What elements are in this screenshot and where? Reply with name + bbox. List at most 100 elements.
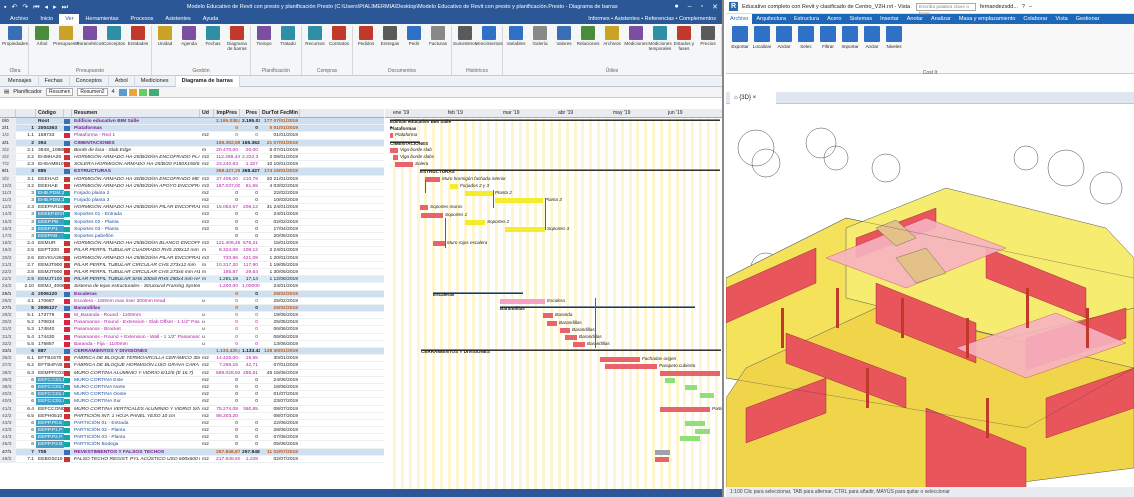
revit-ribbon-button-filtrar[interactable]: Filtrar [818, 26, 838, 71]
revit-menu-acero[interactable]: Acero [823, 16, 845, 22]
menu-procesos[interactable]: Procesos [124, 14, 159, 24]
gantt-bar[interactable] [465, 219, 485, 225]
ribbon-button-tratado[interactable]: Tratado [277, 26, 299, 67]
gantt-bar[interactable] [695, 428, 710, 434]
gantt-bar[interactable] [421, 212, 443, 218]
col-i[interactable] [16, 109, 36, 117]
ribbon-button-facturas[interactable]: Facturas [427, 26, 449, 67]
table-row[interactable]: 26/2 4.1 170687 Escalera - 180mm max riser … [0, 297, 384, 305]
minimize-icon[interactable]: – [688, 3, 692, 11]
gantt-bar[interactable] [680, 435, 700, 441]
user-name[interactable]: fernandezsdd... [980, 4, 1018, 10]
table-row[interactable]: 31/2 5.3 174840 Pasamanos - Bracket u 0 0 06/06… [0, 326, 384, 334]
revit-menu-anotar[interactable]: Anotar [903, 16, 927, 22]
ribbon-button-pedir[interactable]: Pedir [403, 26, 425, 67]
revit-menu-arquitectura[interactable]: Arquitectura [752, 16, 790, 22]
gantt-bar[interactable] [600, 356, 640, 362]
table-row[interactable]: 15/3 3 EEEP.P1 Soportes 03 - Planta m3 0 0 17/0… [0, 225, 384, 233]
first-icon[interactable]: ⏮ [33, 4, 39, 11]
revit-ribbon-button-exportar[interactable]: Exportar [730, 26, 750, 71]
tab-fechas[interactable]: Fechas [39, 75, 70, 87]
gantt-bar[interactable] [433, 241, 445, 247]
table-row[interactable]: 21/2 2.7 EEMJT900 PILAR PERFIL TUBULAR CIRC… [0, 261, 384, 269]
table-row[interactable]: 0/0 Root Edificio educativo BIM Sálle 2.195… [0, 118, 384, 126]
table-row[interactable]: 44/3 6 EEPP.P2.P PARTICIÓN 03 - Planta m2 0 0 0… [0, 434, 384, 442]
ribbon-button-unidad[interactable]: Unidad [154, 26, 176, 67]
user-icon[interactable]: ● [675, 3, 679, 11]
revit-menu-estructura[interactable]: Estructura [790, 16, 823, 22]
table-row[interactable]: 36/2 6.1 EFTB1670 FÁBRICA DE BLOQUE TERMOAR… [0, 355, 384, 363]
table-row[interactable]: 47/1 7 708 REVESTIMIENTOS Y FALSOS TECHOS 25… [0, 448, 384, 456]
revit-ribbon-button-selec[interactable]: Selec [796, 26, 816, 71]
gantt-bar[interactable] [393, 155, 398, 160]
ribbon-button-diagrama-de-barras[interactable]: Diagrama de barras [226, 26, 248, 67]
revit-ribbon-button-anclar[interactable]: Anclar [774, 26, 794, 71]
table-row[interactable]: 40/3 6 EEFC:C01.S MURO CORTINA Sur m2 0 0 23/07… [0, 398, 384, 406]
tab-mensajes[interactable]: Mensajes [2, 75, 39, 87]
ribbon-button-contratos[interactable]: Contratos [328, 26, 350, 67]
ribbon-button-entidades[interactable]: Entidades [127, 26, 149, 67]
gantt-bar[interactable] [605, 363, 657, 369]
table-row[interactable]: 48/2 7.1 EEBG0210 FALSO TECHO REGIST. PYL A… [0, 455, 384, 463]
tab-3d-view[interactable]: ⌂ {3D} × [730, 91, 777, 104]
save-icon[interactable]: ▪ [4, 4, 6, 11]
ribbon-button-valores[interactable]: Valores [553, 26, 575, 67]
tab-conceptos[interactable]: Conceptos [70, 75, 109, 87]
ribbon-button-mediciones-temporales[interactable]: Mediciones temporales [648, 26, 672, 67]
revit-menu-vista[interactable]: Vista [1052, 16, 1072, 22]
table-row[interactable]: 11/3 3 EHB.PDM.2 Forjado planta 2 m2 0 0 22/02/… [0, 189, 384, 198]
table-row[interactable]: 11/3 3 EHB.PDM.3 Forjado planta 3 m2 0 0 10/03/… [0, 197, 384, 205]
search-input[interactable]: Escriba palabra clave o frase [916, 2, 976, 17]
ribbon-button-recursos[interactable]: Recursos [304, 26, 326, 67]
gantt-bar[interactable] [547, 320, 557, 326]
ribbon-button-archivos[interactable]: Archivos [601, 26, 623, 67]
table-row[interactable]: 10/2 3.2 EEEHAE HORMIGÓN ARMADO HA-25/B/20/… [0, 182, 384, 190]
col-pres[interactable]: Pres [240, 109, 260, 117]
revit-menu-insertar[interactable]: Insertar [876, 16, 903, 22]
table-row[interactable]: 19/2 2.5 EEPT200 PILAR PERFIL TUBULAR CUADR… [0, 247, 384, 255]
table-row[interactable]: 4/1 2 394 CIMENTACIONES 165.362,59165.362,59… [0, 139, 384, 147]
ribbon-button--rbol[interactable]: Árbol [31, 26, 53, 67]
table-row[interactable]: 28/2 5.1 173779 M_Baranda - Round - 1100mm u… [0, 312, 384, 320]
table-row[interactable]: 43/3 6 EEPP.P1.P PARTICIÓN 02 - Planta m2 0 0 2… [0, 427, 384, 435]
col-ud[interactable]: Ud [200, 109, 214, 117]
revit-menu-masa-y-emplazamiento[interactable]: Masa y emplazamiento [955, 16, 1020, 22]
revit-menu-gestionar[interactable]: Gestionar [1072, 16, 1104, 22]
filter-select[interactable]: Resumen [45, 88, 74, 96]
menu-ayuda[interactable]: Ayuda [197, 14, 225, 24]
gantt-bar[interactable] [685, 421, 705, 427]
menu-herramientas[interactable]: Herramientas [79, 14, 124, 24]
table-row[interactable]: 15/3 3 EEEP.PB Soportes 02 - Planta m3 0 0 02/0… [0, 218, 384, 226]
col-codigo[interactable]: Código [36, 109, 64, 117]
ribbon-button-conceptos[interactable]: Conceptos [103, 26, 125, 67]
3d-model-view[interactable] [726, 108, 1134, 488]
gantt-bar[interactable] [505, 227, 545, 232]
view-select[interactable]: Resumen2 [77, 88, 108, 96]
filter-icon[interactable]: ▤ [4, 89, 9, 95]
ribbon-button-vencimientos[interactable]: Vencimientos [475, 26, 503, 67]
gantt-bar[interactable] [420, 205, 428, 211]
menu-ver[interactable]: Ver [59, 14, 80, 24]
help-icon[interactable]: ? [1022, 4, 1025, 10]
gantt-bar[interactable] [465, 191, 493, 196]
table-row[interactable]: 32/2 5.5 176887 Baranda - Fija - 1100mm u 0 0 1… [0, 340, 384, 348]
gantt-bar[interactable] [420, 169, 720, 172]
table-row[interactable]: 24/2 2.10 EEMJ_4068 Sistema de tejas estruc… [0, 283, 384, 291]
gantt-bar[interactable] [660, 371, 720, 376]
table-row[interactable]: 3/2 3.1 EEEHAO HORMIGÓN ARMADO HA-30/B/20/I… [0, 175, 384, 183]
col-n[interactable] [0, 109, 16, 117]
undo-icon[interactable]: ↶ [11, 4, 17, 11]
table-row[interactable]: 7/2 2.3 EHSAM810 SOLERA HORMIGÓN ARMADO HA-… [0, 161, 384, 169]
gantt-tools-icon[interactable] [118, 88, 159, 96]
gantt-bar[interactable] [450, 183, 458, 189]
gantt-bar[interactable] [560, 327, 570, 333]
next-icon[interactable]: ▸ [53, 4, 57, 11]
gantt-bar[interactable] [390, 147, 398, 153]
gantt-bar[interactable] [500, 306, 695, 309]
table-row[interactable]: 41/2 6.4 EEFCCOND MURO CORTINA VERTICALES A… [0, 405, 384, 413]
table-row[interactable]: 1/2 1.1 158733 Plataforma - Red 1 m2 0 0 01/01/… [0, 132, 384, 140]
tab-mediciones[interactable]: Mediciones [135, 75, 176, 87]
gantt-bar[interactable] [390, 133, 393, 139]
col-natc[interactable] [64, 109, 72, 117]
table-row[interactable]: 38/2 6.3 EEMPFC030 MURO CORTINA ALUMINIO Y … [0, 369, 384, 377]
